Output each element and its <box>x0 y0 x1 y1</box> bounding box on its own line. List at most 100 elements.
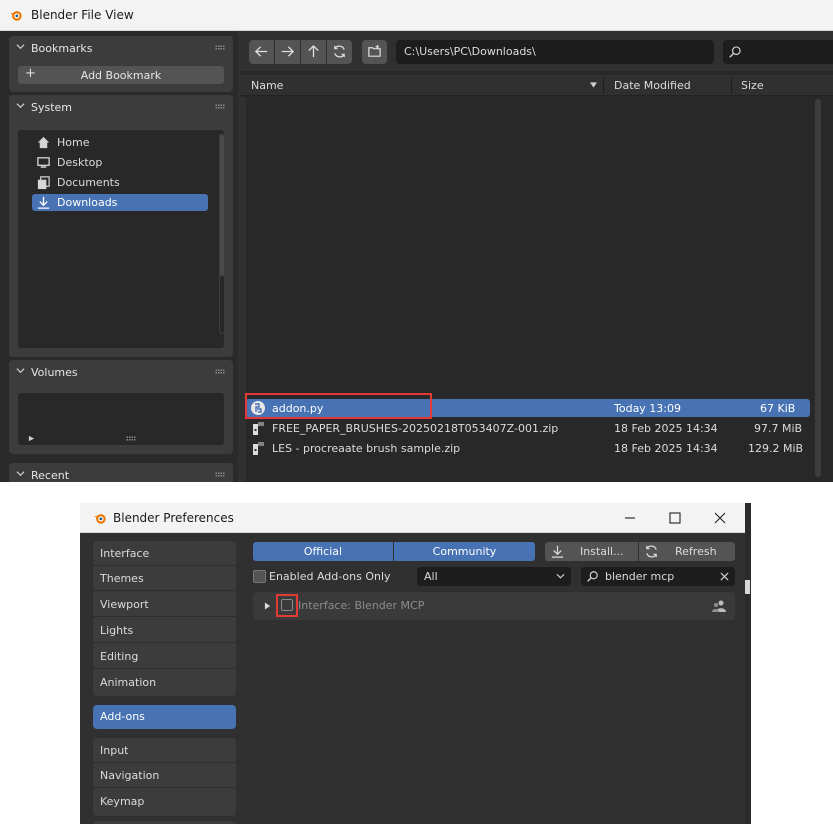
recent-panel: Recent <box>9 463 233 482</box>
addon-row-blender-mcp: Interface: Blender MCP <box>253 592 735 620</box>
maximize-icon[interactable] <box>667 510 683 526</box>
directory-path-input[interactable]: C:\Users\PC\Downloads\ <box>396 40 714 64</box>
nav-group-addons: Add-ons <box>93 705 236 729</box>
background-area <box>745 503 833 824</box>
search-icon <box>587 571 598 582</box>
tab-community[interactable]: Community <box>394 542 535 561</box>
expand-triangle-icon[interactable] <box>28 435 35 442</box>
minimize-icon[interactable] <box>622 510 638 526</box>
file-view-window: Blender File View Bookmarks + Add Bookma… <box>0 0 833 482</box>
column-separator[interactable] <box>731 77 732 94</box>
window-title: Blender File View <box>31 8 134 22</box>
chevron-down-icon <box>16 368 25 374</box>
expand-triangle-icon[interactable] <box>264 602 271 610</box>
system-item-home[interactable]: Home <box>32 134 208 151</box>
chevron-down-icon <box>16 103 25 109</box>
enabled-only-checkbox[interactable] <box>253 570 266 583</box>
addon-search-input[interactable]: blender mcp <box>581 567 735 586</box>
drag-grip-icon[interactable] <box>215 104 225 109</box>
tab-official[interactable]: Official <box>253 542 393 561</box>
blender-logo-icon <box>9 11 22 21</box>
sort-descending-icon[interactable] <box>590 82 597 88</box>
category-select[interactable]: All <box>417 567 571 586</box>
nav-item-lights[interactable]: Lights <box>93 618 236 643</box>
chevron-down-icon <box>16 44 25 50</box>
nav-group-display: Interface Themes Viewport Lights Editing… <box>93 541 236 696</box>
addon-name: Interface: Blender MCP <box>298 599 425 612</box>
system-list: Home Desktop Documents Downloads <box>18 130 225 348</box>
documents-icon <box>37 176 50 190</box>
nav-group-input: Input Navigation Keymap <box>93 738 236 816</box>
system-item-downloads[interactable]: Downloads <box>32 194 208 211</box>
nav-item-navigation[interactable]: Navigation <box>93 763 236 788</box>
arrow-right-icon <box>281 46 295 57</box>
folder-add-icon <box>368 44 381 57</box>
recent-header: Recent <box>31 469 70 482</box>
bookmarks-header: Bookmarks <box>31 42 93 55</box>
close-icon[interactable] <box>712 510 728 526</box>
parent-directory-button[interactable] <box>301 40 326 64</box>
add-bookmark-button[interactable]: + Add Bookmark <box>18 66 224 84</box>
download-icon <box>551 545 564 558</box>
community-user-icon <box>712 600 726 612</box>
system-list-scroll-track <box>219 134 225 334</box>
new-directory-button[interactable] <box>362 40 387 64</box>
nav-item-add-ons[interactable]: Add-ons <box>93 705 236 729</box>
zip-file-icon <box>253 442 264 455</box>
filename-search-input[interactable] <box>723 40 833 64</box>
nav-item-editing[interactable]: Editing <box>93 644 236 669</box>
recent-panel-header[interactable]: Recent <box>9 463 233 482</box>
highlight-box <box>245 393 432 419</box>
volumes-panel-header[interactable]: Volumes <box>9 360 233 384</box>
blender-logo-icon <box>93 514 106 524</box>
refresh-addons-button[interactable]: Refresh <box>639 542 735 561</box>
back-button[interactable] <box>249 40 274 64</box>
window-title: Blender Preferences <box>113 511 234 525</box>
system-item-documents[interactable]: Documents <box>32 174 208 191</box>
file-list-header: Name Date Modified Size <box>240 75 833 96</box>
arrow-left-icon <box>254 46 268 57</box>
desktop-icon <box>37 157 50 168</box>
resize-grip-icon[interactable] <box>126 436 136 441</box>
column-date-modified[interactable]: Date Modified <box>614 79 691 92</box>
bookmarks-panel: Bookmarks + Add Bookmark <box>9 36 233 92</box>
file-list-scrollbar[interactable] <box>815 99 821 477</box>
refresh-button[interactable] <box>327 40 352 64</box>
clear-search-icon[interactable] <box>720 572 729 581</box>
home-icon <box>37 136 50 149</box>
file-row-les-procreate-brush[interactable]: LES - procreaate brush sample.zip 18 Feb… <box>245 439 810 457</box>
file-view-sidebar: Bookmarks + Add Bookmark System Home Des… <box>0 31 238 482</box>
system-item-desktop[interactable]: Desktop <box>32 154 208 171</box>
install-button[interactable]: Install... <box>545 542 638 561</box>
preferences-titlebar: Blender Preferences <box>80 503 745 533</box>
chevron-down-icon <box>16 471 25 477</box>
highlight-box <box>276 594 298 617</box>
column-size[interactable]: Size <box>741 79 764 92</box>
file-row-free-paper-brushes[interactable]: FREE_PAPER_BRUSHES-20250218T053407Z-001.… <box>245 419 810 437</box>
system-panel-header[interactable]: System <box>9 95 233 119</box>
search-icon <box>729 46 741 58</box>
drag-grip-icon[interactable] <box>215 472 225 477</box>
nav-item-themes[interactable]: Themes <box>93 566 236 591</box>
column-name[interactable]: Name <box>251 79 283 92</box>
system-panel: System Home Desktop Documents Downloads <box>9 95 233 357</box>
chevron-down-icon <box>556 573 565 579</box>
nav-item-interface[interactable]: Interface <box>93 541 236 566</box>
zip-file-icon <box>253 422 264 435</box>
column-separator[interactable] <box>603 77 604 94</box>
nav-item-input[interactable]: Input <box>93 738 236 763</box>
file-view-titlebar: Blender File View <box>0 0 833 31</box>
drag-grip-icon[interactable] <box>215 369 225 374</box>
arrow-up-icon <box>308 44 319 58</box>
add-bookmark-label: Add Bookmark <box>80 69 162 82</box>
volumes-header: Volumes <box>31 366 78 379</box>
file-browser-toolbar: C:\Users\PC\Downloads\ <box>240 31 833 71</box>
drag-grip-icon[interactable] <box>215 45 225 50</box>
bookmarks-panel-header[interactable]: Bookmarks <box>9 36 233 60</box>
nav-item-viewport[interactable]: Viewport <box>93 592 236 617</box>
nav-item-keymap[interactable]: Keymap <box>93 789 236 814</box>
enabled-only-label: Enabled Add-ons Only <box>269 570 391 583</box>
forward-button[interactable] <box>275 40 300 64</box>
refresh-icon <box>334 45 345 58</box>
nav-item-animation[interactable]: Animation <box>93 670 236 695</box>
